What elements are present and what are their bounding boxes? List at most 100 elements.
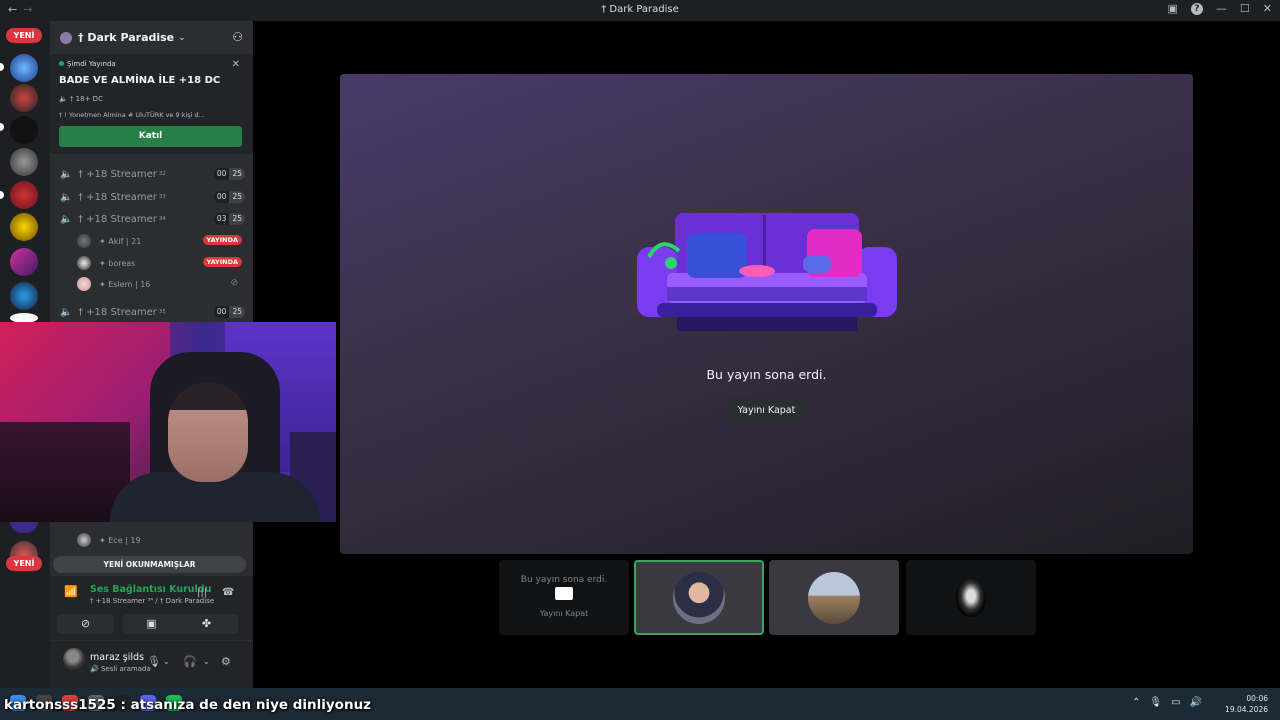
disconnect-icon[interactable]: ☎ — [222, 587, 234, 598]
new-badge-top[interactable]: YENİ — [6, 28, 42, 43]
window-title-text: † Dark Paradise — [601, 4, 679, 15]
server-header[interactable]: † Dark Paradise ⌄ ⚇ — [50, 21, 253, 54]
taskbar: kartonsss1525 : atsanıza de den niye din… — [0, 688, 1280, 720]
live-channel-text: † 18+ DC — [69, 95, 103, 103]
activities-button[interactable]: ✤ — [175, 614, 238, 634]
speaker-icon: 🔈 — [60, 306, 73, 318]
avatar — [77, 277, 91, 291]
channel-number: 32 — [158, 171, 166, 177]
user-count-current: 00 — [213, 191, 230, 203]
channel-number: 34 — [158, 216, 166, 222]
new-unreads-button[interactable]: YENİ OKUNMAMIŞLAR — [53, 556, 246, 573]
server-icon-2[interactable] — [10, 84, 38, 112]
server-icon-10[interactable] — [10, 521, 38, 533]
user-count: 00 25 — [213, 191, 245, 203]
voice-channel-33[interactable]: 🔈 † +18 Streamer 33 00 25 — [60, 189, 245, 205]
minimize-icon[interactable]: — — [1216, 2, 1227, 15]
speaker-icon: 🔈 — [60, 168, 73, 180]
stream-stage: Bu yayın sona erdi. Yayını Kapat — [340, 74, 1193, 554]
voice-status-title[interactable]: Ses Bağlantısı Kuruldu — [90, 584, 211, 595]
member-ece[interactable]: ✦ Ece | 19 — [77, 532, 242, 548]
clock-time: 00:06 — [1246, 694, 1268, 703]
avatar — [808, 571, 860, 624]
live-now-card: Şimdi Yayında ✕ BADE VE ALMİNA İLE +18 D… — [50, 54, 253, 154]
user-avatar[interactable] — [63, 648, 85, 670]
server-icon-8[interactable] — [10, 282, 38, 310]
thumb-participant-1[interactable] — [634, 560, 764, 635]
volume-icon[interactable]: 🔊 — [1190, 697, 1202, 708]
screen-share-icon[interactable]: ▣ — [1168, 2, 1178, 15]
avatar — [77, 533, 91, 547]
chevron-down-icon[interactable]: ⌄ — [163, 657, 170, 666]
unread-pip — [0, 123, 4, 131]
user-count: 00 25 — [213, 306, 245, 318]
network-icon[interactable]: ▭ — [1171, 697, 1180, 708]
window-title: † Dark Paradise — [0, 4, 1280, 15]
server-icon-3[interactable] — [10, 116, 38, 144]
webcam-desk — [0, 422, 130, 522]
user-panel: maraz şilds 🔊 Sesli aramada 🎙 ⌄ 🎧 ⌄ ⚙ — [50, 641, 253, 688]
speaker-icon: 🔈 — [60, 191, 73, 203]
unread-pip — [0, 191, 4, 199]
member-eslem[interactable]: ✦ Eslem | 16 ⊘ — [77, 276, 242, 292]
thumb-participant-2[interactable] — [769, 560, 899, 635]
user-name[interactable]: maraz şilds — [90, 652, 144, 663]
voice-connection-panel: 📶 Ses Bağlantısı Kuruldu † +18 Streamer … — [50, 576, 253, 640]
noise-suppression-icon[interactable]: ||| — [197, 587, 207, 598]
video-off-button[interactable]: ⊘ — [57, 614, 114, 634]
thumb-close-stream[interactable]: Yayını Kapat — [499, 609, 629, 618]
user-count-limit: 25 — [229, 213, 245, 225]
help-icon[interactable]: ? — [1190, 2, 1203, 15]
microphone-icon[interactable]: 🎙 — [147, 655, 161, 668]
microphone-icon[interactable]: 🎙 — [1149, 697, 1162, 708]
system-clock[interactable]: 00:06 19.04.2026 — [1225, 693, 1268, 715]
maximize-icon[interactable]: ☐ — [1240, 2, 1250, 15]
thumb-participant-3[interactable] — [906, 560, 1036, 635]
server-avatar-icon — [60, 31, 72, 44]
member-name: ✦ boreas — [99, 258, 136, 268]
server-icon-5[interactable] — [10, 181, 38, 209]
channel-number: 35 — [158, 309, 166, 315]
server-icon-7[interactable] — [10, 248, 38, 276]
stream-area: Bu yayın sona erdi. Yayını Kapat Bu yayı… — [253, 21, 1280, 688]
new-badge-bottom[interactable]: YENİ — [6, 556, 42, 571]
avatar — [673, 571, 725, 624]
avatar — [77, 256, 91, 270]
voice-status-subtitle[interactable]: † +18 Streamer ³⁴ / † Dark Paradise — [90, 597, 214, 605]
member-akif[interactable]: ✦ Akif | 21 YAYINDA — [77, 233, 242, 249]
voice-channel-35[interactable]: 🔈 † +18 Streamer 35 00 25 — [60, 304, 245, 320]
user-count-limit: 25 — [229, 306, 245, 318]
avatar — [77, 234, 91, 248]
chevron-down-icon[interactable]: ⌄ — [203, 657, 210, 666]
deafened-icon: ⊘ — [230, 278, 238, 288]
channel-name: † +18 Streamer — [78, 306, 157, 318]
settings-gear-icon[interactable]: ⚙ — [221, 655, 231, 668]
invite-people-icon[interactable]: ⚇ — [232, 30, 243, 44]
user-count-limit: 25 — [229, 168, 245, 180]
headphones-icon[interactable]: 🎧 — [183, 655, 197, 668]
server-icon-4[interactable] — [10, 148, 38, 176]
speaker-active-icon: 🔈 — [60, 213, 73, 225]
close-stream-button[interactable]: Yayını Kapat — [728, 398, 805, 424]
live-participants: † ! Yonetmen Almina # UluTÜRK ve 9 kişi … — [59, 111, 242, 119]
server-icon-1[interactable] — [10, 54, 38, 82]
voice-channel-34[interactable]: 🔈 † +18 Streamer 34 03 25 — [60, 211, 245, 227]
user-status: 🔊 Sesli aramada — [90, 665, 151, 673]
thumb-ended-stream[interactable]: Bu yayın sona erdi. Yayını Kapat — [499, 560, 629, 635]
live-badge: YAYINDA — [202, 257, 242, 267]
screen-share-button[interactable]: ▣ — [123, 614, 180, 634]
live-participants-text: † ! Yonetmen Almina # UluTÜRK ve 9 kişi … — [59, 111, 205, 119]
voice-channel-32[interactable]: 🔈 † +18 Streamer 32 00 25 — [60, 166, 245, 182]
live-dot-icon — [59, 61, 64, 66]
webcam-streamer-head — [168, 382, 248, 482]
clock-date: 19.04.2026 — [1225, 705, 1268, 714]
user-count-current: 00 — [213, 168, 230, 180]
system-tray: ⌃ 🎙 ▭ 🔊 — [1132, 697, 1202, 708]
close-live-card-icon[interactable]: ✕ — [232, 59, 240, 70]
server-icon-star[interactable] — [10, 213, 38, 241]
join-button[interactable]: Katıl — [59, 126, 242, 147]
close-window-icon[interactable]: ✕ — [1263, 2, 1272, 15]
member-boreas[interactable]: ✦ boreas YAYINDA — [77, 255, 242, 271]
chevron-up-icon[interactable]: ⌃ — [1132, 697, 1140, 708]
member-name: ✦ Akif | 21 — [99, 236, 142, 246]
